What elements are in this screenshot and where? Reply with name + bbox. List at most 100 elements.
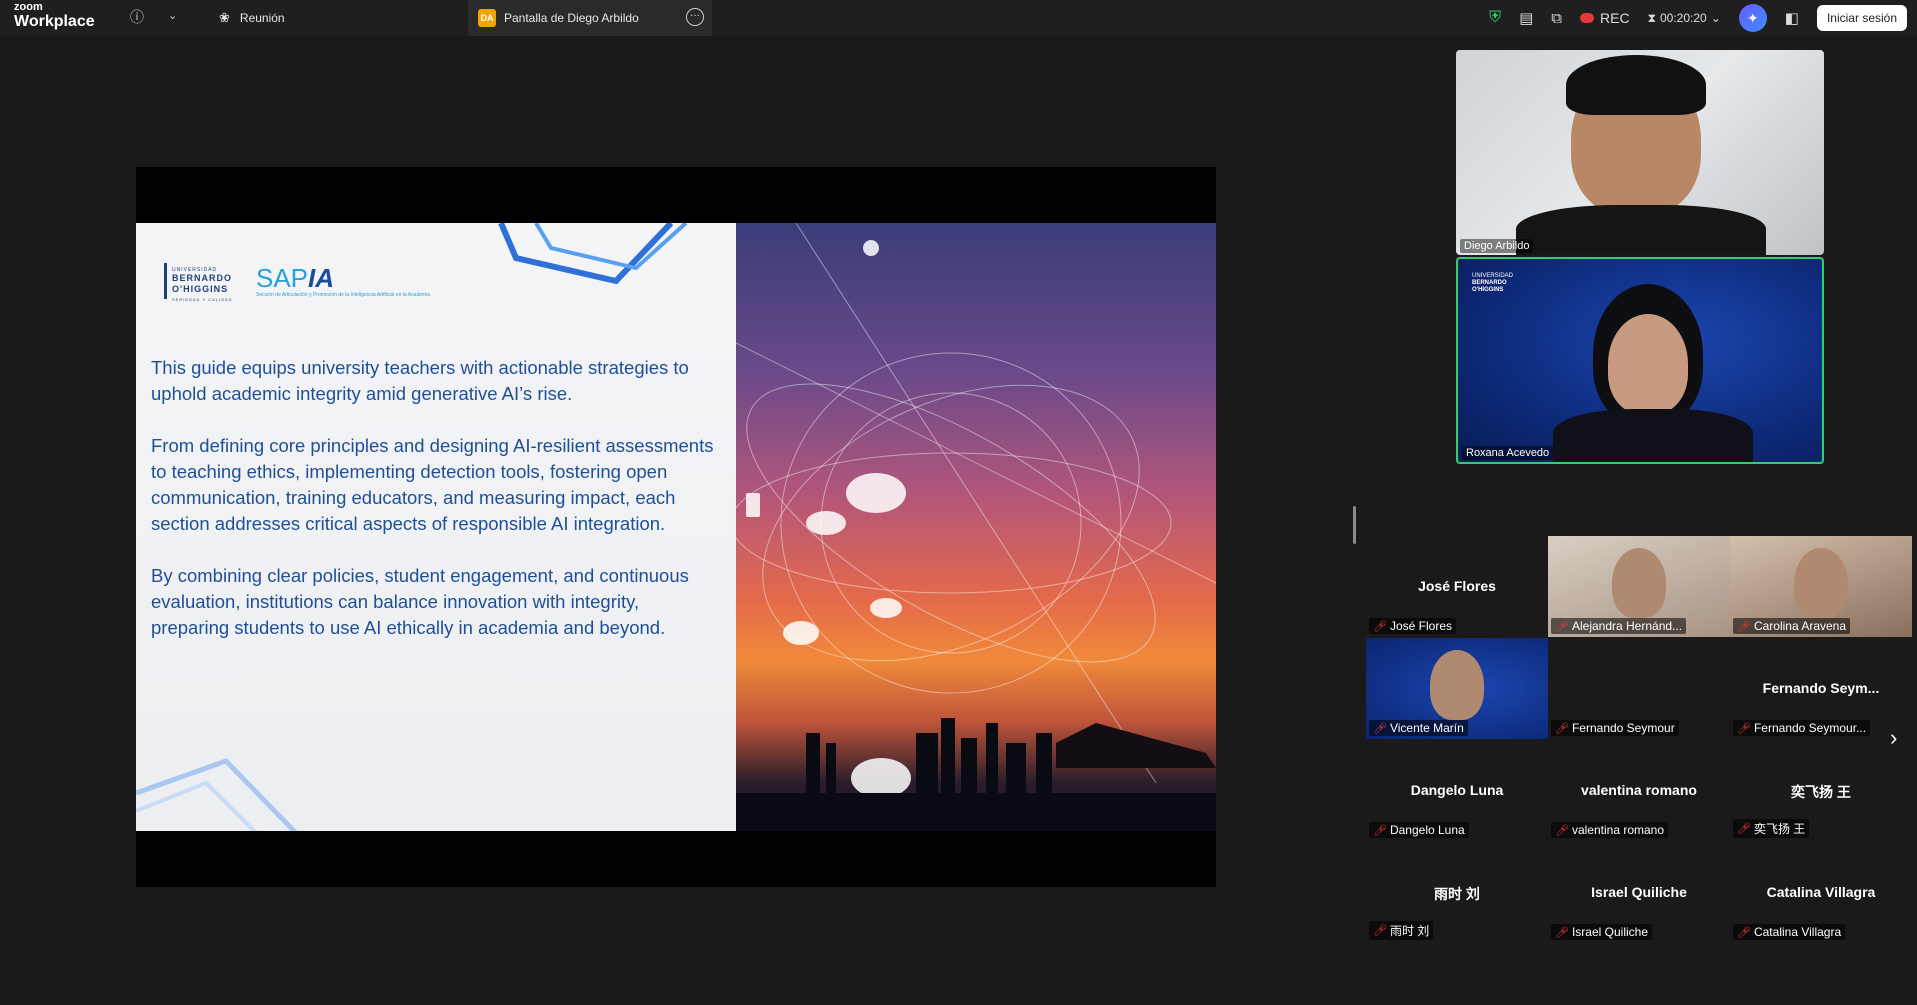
mic-muted-icon: 🎤︎	[1373, 824, 1387, 837]
participant-label: 🎤︎ Fernando Seymour	[1551, 720, 1679, 736]
timer-value: 00:20:20	[1660, 11, 1707, 25]
participant-tile[interactable]: 🎤︎ Carolina Aravena	[1730, 536, 1912, 637]
apps-icon[interactable]: ⧉	[1551, 10, 1562, 27]
participant-name: Diego Arbildo	[1460, 239, 1534, 253]
mic-muted-icon: 🎤︎	[1555, 926, 1569, 939]
slide-paragraph: By combining clear policies, student eng…	[151, 565, 689, 638]
participant-display-name: José Flores	[1418, 578, 1496, 594]
ubo-logo-background: UNIVERSIDAD BERNARDO O'HIGGINS	[1472, 273, 1514, 293]
hourglass-icon: ⧗	[1647, 10, 1656, 25]
participant-display-name: 雨时 刘	[1434, 886, 1480, 902]
shield-icon[interactable]: ⛨	[1489, 9, 1501, 27]
mic-muted-icon: 🎤︎	[1737, 722, 1751, 735]
participant-label: 🎤︎ Fernando Seymour...	[1733, 720, 1871, 736]
toolbar-right: ⛨ ▤ ⧉ REC ⧗ 00:20:20 ⌄ ✦ ◧ Iniciar sesió…	[1489, 0, 1907, 36]
more-options-icon[interactable]: ···	[686, 8, 704, 26]
participant-tile[interactable]: 🎤︎ Fernando Seymour	[1548, 638, 1730, 739]
participant-name: valentina romano	[1571, 823, 1665, 837]
mic-muted-icon: 🎤︎	[1737, 926, 1751, 939]
tab-meeting[interactable]: ❀ Reunión	[205, 0, 467, 36]
participant-label: 🎤︎ Catalina Villagra	[1733, 924, 1846, 940]
participant-tile[interactable]: 🎤︎ Vicente Marín	[1366, 638, 1548, 739]
participant-label: 🎤︎ valentina romano	[1551, 822, 1669, 838]
presentation-slide: UNIVERSIDAD BERNARDO O'HIGGINS SERIEDAD Y…	[136, 223, 1216, 831]
participant-tile[interactable]: 🎤︎ Alejandra Hernánd...	[1548, 536, 1730, 637]
participant-video	[1612, 548, 1666, 618]
participant-display-name: valentina romano	[1581, 782, 1697, 798]
sapia-logo: SAPIA Sección de Articulación y Promoció…	[256, 263, 430, 298]
participant-name: Fernando Seymour...	[1753, 721, 1867, 735]
participant-label: 🎤︎ Vicente Marín	[1369, 720, 1468, 736]
participant-tile[interactable]: 雨时 刘 🎤︎ 雨时 刘	[1366, 842, 1548, 943]
avatar: DA	[478, 9, 496, 27]
participant-name: Catalina Villagra	[1753, 925, 1842, 939]
next-page-chevron-icon[interactable]: ›	[1890, 725, 1897, 751]
brand-small: zoom	[14, 1, 43, 13]
info-icon[interactable]: ⓘ	[130, 7, 144, 27]
participant-name: Vicente Marín	[1389, 721, 1464, 735]
slide-text-panel: UNIVERSIDAD BERNARDO O'HIGGINS SERIEDAD Y…	[136, 223, 736, 831]
shared-screen[interactable]: UNIVERSIDAD BERNARDO O'HIGGINS SERIEDAD Y…	[136, 167, 1216, 887]
participant-label: 🎤︎ 雨时 刘	[1369, 921, 1434, 940]
participant-display-name: Dangelo Luna	[1410, 782, 1504, 798]
participant-display-name: 奕飞扬 王	[1791, 784, 1851, 800]
decorative-chevrons-bottom	[136, 758, 298, 831]
participant-tile[interactable]: Dangelo Luna 🎤︎ Dangelo Luna	[1366, 740, 1548, 841]
video-tile-diego[interactable]: Diego Arbildo	[1456, 50, 1824, 255]
participant-video	[1430, 650, 1484, 720]
slide-body: This guide equips university teachers wi…	[151, 355, 721, 667]
video-tile-roxana[interactable]: UNIVERSIDAD BERNARDO O'HIGGINS Roxana Acev…	[1456, 257, 1824, 464]
mic-muted-icon: 🎤︎	[1737, 823, 1751, 835]
decorative-chevrons	[498, 223, 688, 285]
tab-screen-share-label: Pantalla de Diego Arbildo	[504, 11, 639, 25]
slide-paragraph: This guide equips university teachers wi…	[151, 357, 689, 404]
participant-name: Carolina Aravena	[1753, 619, 1847, 633]
mic-muted-icon: 🎤︎	[1373, 722, 1387, 735]
record-icon	[1580, 13, 1594, 23]
mic-muted-icon: 🎤︎	[1373, 925, 1387, 937]
meeting-timer[interactable]: ⧗ 00:20:20 ⌄	[1648, 11, 1721, 26]
tab-meeting-label: Reunión	[239, 11, 285, 25]
top-bar: zoom Workplace ⓘ ⌄ ❀ Reunión DA Pantalla…	[0, 0, 1917, 36]
layout-icon[interactable]: ◧	[1785, 9, 1799, 27]
ai-companion-icon[interactable]: ✦	[1738, 4, 1767, 32]
record-status[interactable]: REC	[1580, 10, 1630, 26]
participant-name: 奕飞扬 王	[1753, 822, 1806, 836]
rec-label: REC	[1600, 10, 1630, 26]
participant-display-name: Catalina Villagra	[1766, 884, 1876, 900]
panel-resize-handle[interactable]	[1353, 506, 1356, 544]
app-logo: zoom Workplace	[14, 2, 95, 30]
chevron-down-icon: ⌄	[1710, 11, 1721, 25]
tab-screen-share[interactable]: DA Pantalla de Diego Arbildo ···	[468, 0, 712, 36]
participant-display-name: Israel Quiliche	[1591, 884, 1687, 900]
chevron-down-icon[interactable]: ⌄	[168, 9, 177, 22]
participant-name: Alejandra Hernánd...	[1571, 619, 1683, 633]
participant-label: 🎤︎ Alejandra Hernánd...	[1551, 618, 1687, 634]
notes-icon[interactable]: ▤	[1519, 9, 1533, 27]
participant-tile[interactable]: José Flores 🎤︎ José Flores	[1366, 536, 1548, 637]
participant-name: Roxana Acevedo	[1462, 446, 1554, 460]
participant-tile[interactable]: Israel Quiliche 🎤︎ Israel Quiliche	[1548, 842, 1730, 943]
mic-muted-icon: 🎤︎	[1555, 824, 1569, 837]
participant-name: 雨时 刘	[1389, 924, 1430, 938]
participant-tile[interactable]: 奕飞扬 王 🎤︎ 奕飞扬 王	[1730, 740, 1912, 841]
ubo-logo: UNIVERSIDAD BERNARDO O'HIGGINS SERIEDAD Y…	[164, 263, 246, 303]
participant-video	[1794, 548, 1848, 618]
mic-muted-icon: 🎤︎	[1555, 620, 1569, 633]
participant-tile[interactable]: valentina romano 🎤︎ valentina romano	[1548, 740, 1730, 841]
mic-muted-icon: 🎤︎	[1373, 620, 1387, 633]
slide-image	[736, 223, 1216, 831]
brand-big: Workplace	[14, 13, 95, 30]
participant-label: 🎤︎ José Flores	[1369, 618, 1456, 634]
participant-name: Dangelo Luna	[1389, 823, 1465, 837]
sign-in-button[interactable]: Iniciar sesión	[1816, 5, 1907, 31]
participant-label: 🎤︎ Dangelo Luna	[1369, 822, 1469, 838]
participant-tile[interactable]: Fernando Seym... 🎤︎ Fernando Seymour...	[1730, 638, 1912, 739]
participant-label: 🎤︎ 奕飞扬 王	[1733, 819, 1810, 838]
participant-name: Fernando Seymour	[1571, 721, 1675, 735]
participant-name: Israel Quiliche	[1571, 925, 1648, 939]
meeting-icon: ❀	[219, 10, 230, 25]
mic-muted-icon: 🎤︎	[1555, 722, 1569, 735]
participant-tile[interactable]: Catalina Villagra 🎤︎ Catalina Villagra	[1730, 842, 1912, 943]
participant-name: José Flores	[1389, 619, 1452, 633]
